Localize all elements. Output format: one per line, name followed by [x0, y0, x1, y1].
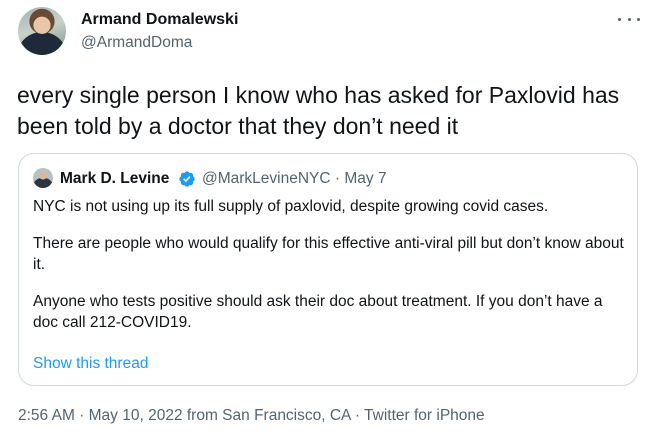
author-avatar[interactable] — [18, 7, 66, 55]
quoted-tweet[interactable]: Mark D. Levine @MarkLevineNYC · May 7 NY… — [18, 153, 638, 386]
author-handle[interactable]: @ArmandDoma — [81, 34, 192, 52]
quoted-paragraph: There are people who would qualify for t… — [33, 234, 624, 274]
tweet-text: every single person I know who has asked… — [17, 82, 620, 139]
more-options-icon[interactable] — [618, 10, 640, 28]
quoted-handle-date: @MarkLevineNYC · May 7 — [202, 170, 387, 187]
quoted-author-avatar — [33, 168, 53, 188]
quoted-text: NYC is not using up its full supply of p… — [33, 196, 625, 349]
quoted-paragraph: NYC is not using up its full supply of p… — [33, 198, 549, 215]
verified-badge-icon — [179, 171, 195, 187]
tweet-metadata: 2:56 AM · May 10, 2022 from San Francisc… — [18, 407, 485, 424]
quoted-paragraph: Anyone who tests positive should ask the… — [33, 292, 603, 332]
author-name[interactable]: Armand Domalewski — [81, 11, 238, 29]
quoted-author-name: Mark D. Levine — [60, 170, 170, 187]
show-thread-link[interactable]: Show this thread — [33, 355, 148, 373]
tweet: Armand Domalewski @ArmandDoma every sing… — [0, 0, 651, 438]
